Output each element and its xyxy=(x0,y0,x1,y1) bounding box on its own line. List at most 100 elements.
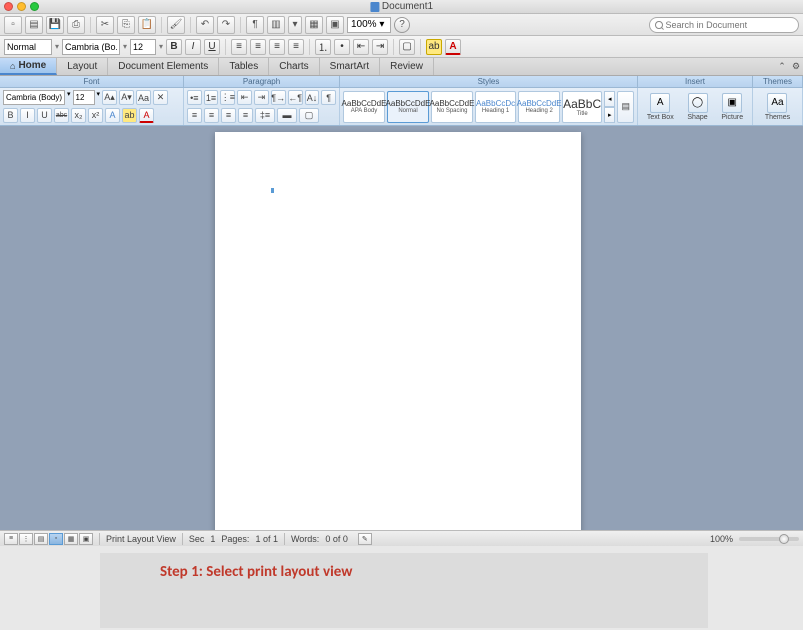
bold-button[interactable]: B xyxy=(166,39,182,55)
media-button[interactable]: ▣ xyxy=(326,16,344,34)
shading-button[interactable]: ▬ xyxy=(277,108,297,123)
paste-button[interactable]: 📋 xyxy=(138,16,156,34)
ribbon-collapse-button[interactable]: ⌃ xyxy=(775,58,789,74)
underline-button[interactable]: U xyxy=(204,39,220,55)
paragraph-style-select[interactable] xyxy=(4,39,52,55)
ribbon-bold-button[interactable]: B xyxy=(3,108,18,123)
rtl-button[interactable]: ←¶ xyxy=(288,90,303,105)
style-title[interactable]: AaBbCTitle xyxy=(562,91,602,123)
search-box[interactable] xyxy=(649,17,799,33)
ribbon-italic-button[interactable]: I xyxy=(20,108,35,123)
styles-pane-button[interactable]: ▤ xyxy=(617,91,634,123)
tab-tables[interactable]: Tables xyxy=(219,58,269,75)
bulleted-list-button[interactable]: • xyxy=(334,39,350,55)
tab-review[interactable]: Review xyxy=(380,58,434,75)
insert-textbox[interactable]: AText Box xyxy=(647,93,674,121)
ltr-button[interactable]: ¶→ xyxy=(271,90,286,105)
new-doc-button[interactable]: ▫ xyxy=(4,16,22,34)
ribbon-highlight-button[interactable]: ab xyxy=(122,108,137,123)
style-heading2[interactable]: AaBbCcDdEHeading 2 xyxy=(518,91,560,123)
align-left-button[interactable]: ≡ xyxy=(231,39,247,55)
borders-button[interactable]: ▢ xyxy=(299,108,319,123)
zoom-slider[interactable] xyxy=(739,537,799,541)
subscript-button[interactable]: x₂ xyxy=(71,108,86,123)
tab-layout[interactable]: Layout xyxy=(57,58,108,75)
publishing-view-button[interactable]: ▤ xyxy=(34,533,48,545)
highlight-color-button[interactable]: ab xyxy=(426,39,442,55)
insert-picture[interactable]: ▣Picture xyxy=(721,93,743,121)
cut-button[interactable]: ✂ xyxy=(96,16,114,34)
ribbon-size-select[interactable] xyxy=(73,90,95,105)
superscript-button[interactable]: x² xyxy=(88,108,103,123)
ribbon-font-select[interactable] xyxy=(3,90,65,105)
font-family-select[interactable] xyxy=(62,39,120,55)
print-layout-view-button[interactable]: ▫ xyxy=(49,533,63,545)
fullscreen-view-button[interactable]: ▣ xyxy=(79,533,93,545)
tab-document-elements[interactable]: Document Elements xyxy=(108,58,219,75)
change-case-button[interactable]: Aa xyxy=(136,90,151,105)
close-window-button[interactable] xyxy=(4,2,13,11)
document-canvas[interactable] xyxy=(0,126,803,530)
styles-scroll-left[interactable]: ◂ xyxy=(604,91,615,107)
style-heading1[interactable]: AaBbCcDcHeading 1 xyxy=(475,91,516,123)
align-right-button[interactable]: ≡ xyxy=(221,108,236,123)
align-justify-button[interactable]: ≡ xyxy=(288,39,304,55)
zoom-level-select[interactable]: 100% ▾ xyxy=(347,17,391,33)
show-marks-button[interactable]: ¶ xyxy=(321,90,336,105)
minimize-window-button[interactable] xyxy=(17,2,26,11)
outline-view-button[interactable]: ⋮ xyxy=(19,533,33,545)
draft-view-button[interactable]: ≡ xyxy=(4,533,18,545)
redo-button[interactable]: ↷ xyxy=(217,16,235,34)
format-painter-button[interactable]: 🖌 xyxy=(167,16,185,34)
font-size-select[interactable] xyxy=(130,39,156,55)
notebook-view-button[interactable]: ▦ xyxy=(64,533,78,545)
save-button[interactable]: 💾 xyxy=(46,16,64,34)
style-no-spacing[interactable]: AaBbCcDdENo Spacing xyxy=(431,91,473,123)
page[interactable] xyxy=(215,132,581,530)
inc-indent-button[interactable]: ⇥ xyxy=(254,90,269,105)
sort-button[interactable]: A↓ xyxy=(305,90,320,105)
text-effects-button[interactable]: A xyxy=(105,108,120,123)
align-right-button[interactable]: ≡ xyxy=(269,39,285,55)
align-center-button[interactable]: ≡ xyxy=(250,39,266,55)
decrease-indent-button[interactable]: ⇤ xyxy=(353,39,369,55)
ribbon-fontcolor-button[interactable]: A xyxy=(139,108,154,123)
themes-button[interactable]: AaThemes xyxy=(765,93,790,121)
bullets-button[interactable]: •≡ xyxy=(187,90,202,105)
nav-button[interactable]: ▾ xyxy=(288,16,302,34)
dec-indent-button[interactable]: ⇤ xyxy=(237,90,252,105)
zoom-slider-thumb[interactable] xyxy=(779,534,789,544)
help-button[interactable]: ? xyxy=(394,17,410,33)
numbering-button[interactable]: 1≡ xyxy=(204,90,219,105)
align-left-button[interactable]: ≡ xyxy=(187,108,202,123)
zoom-window-button[interactable] xyxy=(30,2,39,11)
line-spacing-button[interactable]: ‡≡ xyxy=(255,108,275,123)
search-input[interactable] xyxy=(666,20,793,30)
ribbon-options-button[interactable]: ⚙ xyxy=(789,58,803,74)
ribbon-underline-button[interactable]: U xyxy=(37,108,52,123)
open-button[interactable]: ▤ xyxy=(25,16,43,34)
align-center-button[interactable]: ≡ xyxy=(204,108,219,123)
show-formatting-button[interactable]: ¶ xyxy=(246,16,264,34)
spellcheck-button[interactable]: ✎ xyxy=(358,533,372,545)
copy-button[interactable]: ⎘ xyxy=(117,16,135,34)
print-button[interactable]: ⎙ xyxy=(67,16,85,34)
gallery-button[interactable]: ▦ xyxy=(305,16,323,34)
shrink-font-button[interactable]: A▾ xyxy=(119,90,134,105)
grow-font-button[interactable]: A▴ xyxy=(102,90,117,105)
tab-home[interactable]: ⌂Home xyxy=(0,58,57,75)
insert-shape[interactable]: ◯Shape xyxy=(687,93,707,121)
increase-indent-button[interactable]: ⇥ xyxy=(372,39,388,55)
sidebar-toggle-button[interactable]: ▥ xyxy=(267,16,285,34)
undo-button[interactable]: ↶ xyxy=(196,16,214,34)
tab-smartart[interactable]: SmartArt xyxy=(320,58,380,75)
numbered-list-button[interactable]: ⒈ xyxy=(315,39,331,55)
style-apa-body[interactable]: AaBbCcDdEAPA Body xyxy=(343,91,385,123)
tab-charts[interactable]: Charts xyxy=(269,58,319,75)
multilevel-button[interactable]: ⋮≡ xyxy=(220,90,235,105)
strikethrough-button[interactable]: abc xyxy=(54,108,69,123)
font-color-button[interactable]: A xyxy=(445,39,461,55)
italic-button[interactable]: I xyxy=(185,39,201,55)
align-justify-button[interactable]: ≡ xyxy=(238,108,253,123)
styles-scroll-right[interactable]: ▸ xyxy=(604,107,615,123)
